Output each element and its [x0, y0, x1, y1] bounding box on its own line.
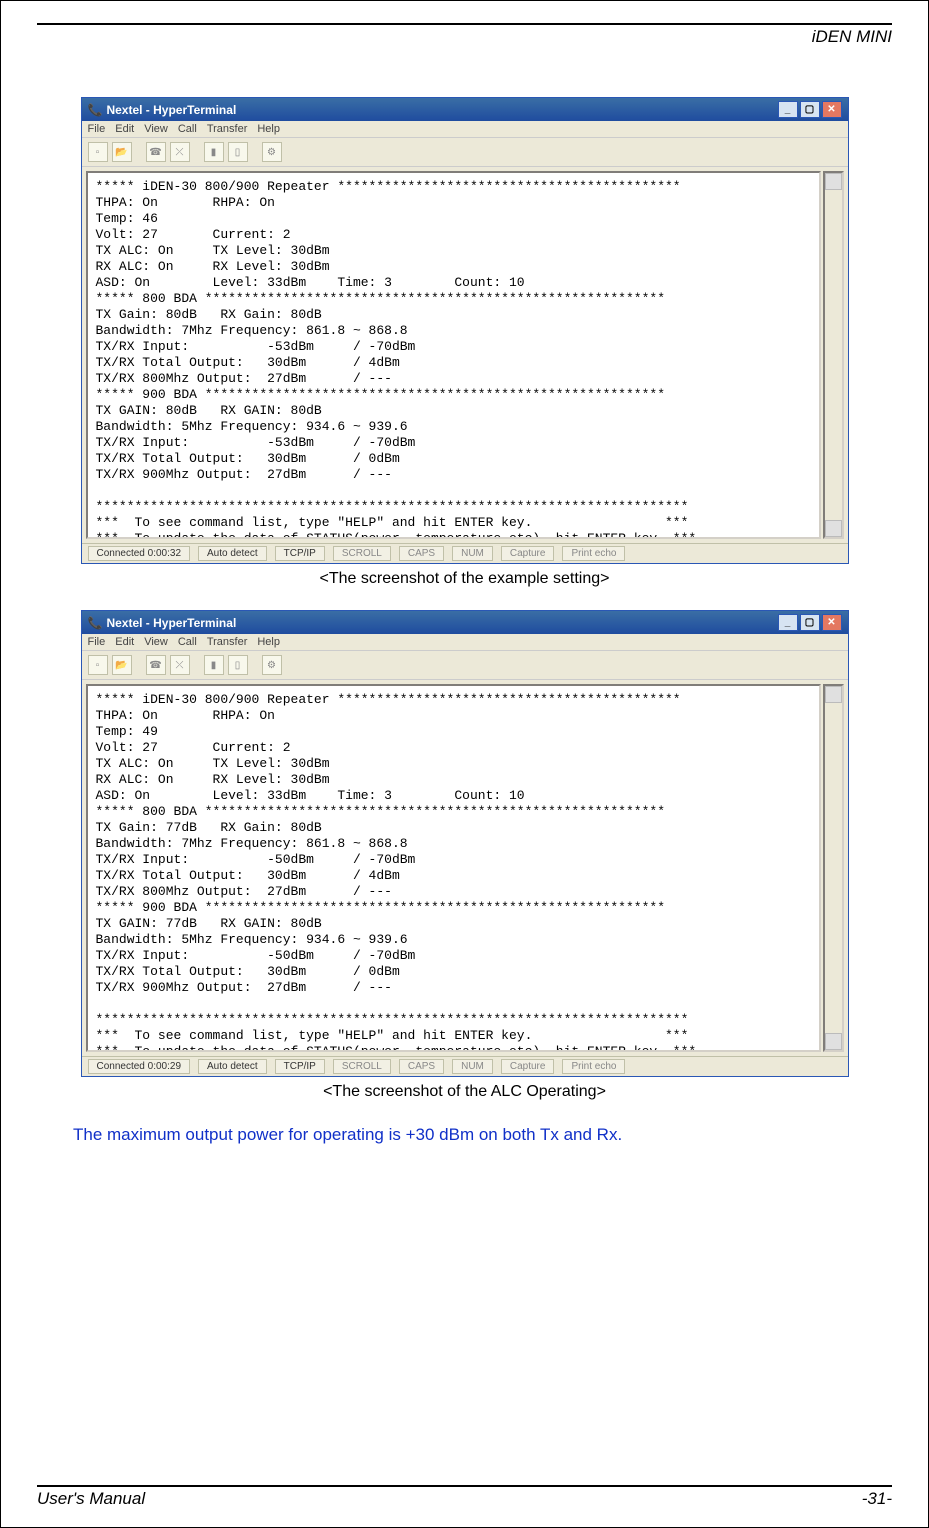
- header-model: iDEN MINI: [1, 27, 892, 47]
- status-bar: Connected 0:00:32 Auto detect TCP/IP SCR…: [82, 543, 848, 563]
- app-icon: 📞: [88, 616, 103, 630]
- footer-left: User's Manual: [37, 1489, 145, 1509]
- vertical-scrollbar[interactable]: [823, 171, 844, 539]
- menu-call[interactable]: Call: [178, 636, 197, 648]
- status-printecho: Print echo: [562, 546, 625, 561]
- scroll-track[interactable]: [825, 703, 842, 1033]
- footer-block: User's Manual -31-: [1, 1485, 928, 1527]
- window-title: Nextel - HyperTerminal: [106, 103, 236, 117]
- body: 📞 Nextel - HyperTerminal _ ▢ ✕ File Edit…: [1, 47, 928, 1485]
- menu-transfer[interactable]: Transfer: [207, 636, 248, 648]
- disconnect-icon[interactable]: ⤫: [170, 142, 190, 162]
- properties-icon[interactable]: ⚙: [262, 142, 282, 162]
- hyperterminal-window: 📞 Nextel - HyperTerminal _ ▢ ✕ File Edit…: [81, 97, 849, 564]
- status-conn-time: Connected 0:00:32: [88, 546, 191, 561]
- menu-help[interactable]: Help: [257, 636, 280, 648]
- terminal-output[interactable]: ***** iDEN-30 800/900 Repeater *********…: [86, 684, 821, 1052]
- header-rule: [37, 23, 892, 25]
- menu-view[interactable]: View: [144, 123, 168, 135]
- power-note: The maximum output power for operating i…: [73, 1125, 856, 1145]
- menu-bar: File Edit View Call Transfer Help: [82, 121, 848, 137]
- scroll-up-icon[interactable]: [825, 686, 842, 703]
- status-scroll: SCROLL: [333, 1059, 391, 1074]
- open-icon[interactable]: 📂: [112, 655, 132, 675]
- status-bar: Connected 0:00:29 Auto detect TCP/IP SCR…: [82, 1056, 848, 1076]
- hyperterminal-window: 📞 Nextel - HyperTerminal _ ▢ ✕ File Edit…: [81, 610, 849, 1077]
- window-title: Nextel - HyperTerminal: [106, 616, 236, 630]
- new-icon[interactable]: ▫: [88, 655, 108, 675]
- connect-icon[interactable]: ☎: [146, 142, 166, 162]
- app-icon: 📞: [88, 103, 103, 117]
- menu-file[interactable]: File: [88, 123, 106, 135]
- title-bar[interactable]: 📞 Nextel - HyperTerminal _ ▢ ✕: [82, 611, 848, 634]
- menu-view[interactable]: View: [144, 636, 168, 648]
- menu-help[interactable]: Help: [257, 123, 280, 135]
- scroll-up-icon[interactable]: [825, 173, 842, 190]
- maximize-button[interactable]: ▢: [800, 614, 820, 631]
- disconnect-icon[interactable]: ⤫: [170, 655, 190, 675]
- menu-file[interactable]: File: [88, 636, 106, 648]
- status-conn-time: Connected 0:00:29: [88, 1059, 191, 1074]
- close-button[interactable]: ✕: [822, 614, 842, 631]
- status-printecho: Print echo: [562, 1059, 625, 1074]
- terminal-output[interactable]: ***** iDEN-30 800/900 Repeater *********…: [86, 171, 821, 539]
- terminal-wrap: ***** iDEN-30 800/900 Repeater *********…: [82, 167, 848, 543]
- status-num: NUM: [452, 1059, 493, 1074]
- send-icon[interactable]: ▮: [204, 655, 224, 675]
- send-icon[interactable]: ▮: [204, 142, 224, 162]
- close-button[interactable]: ✕: [822, 101, 842, 118]
- connect-icon[interactable]: ☎: [146, 655, 166, 675]
- menu-call[interactable]: Call: [178, 123, 197, 135]
- caption-1: <The screenshot of the example setting>: [67, 570, 862, 588]
- scroll-track[interactable]: [825, 190, 842, 520]
- status-protocol: TCP/IP: [275, 1059, 325, 1074]
- vertical-scrollbar[interactable]: [823, 684, 844, 1052]
- status-capture: Capture: [501, 1059, 555, 1074]
- title-bar[interactable]: 📞 Nextel - HyperTerminal _ ▢ ✕: [82, 98, 848, 121]
- status-protocol: TCP/IP: [275, 546, 325, 561]
- window-buttons: _ ▢ ✕: [778, 614, 842, 631]
- status-caps: CAPS: [399, 546, 444, 561]
- minimize-button[interactable]: _: [778, 614, 798, 631]
- maximize-button[interactable]: ▢: [800, 101, 820, 118]
- footer-right: -31-: [862, 1489, 892, 1509]
- caption-2: <The screenshot of the ALC Operating>: [67, 1083, 862, 1101]
- minimize-button[interactable]: _: [778, 101, 798, 118]
- status-capture: Capture: [501, 546, 555, 561]
- footer: User's Manual -31-: [1, 1487, 928, 1527]
- menu-edit[interactable]: Edit: [115, 636, 134, 648]
- page: iDEN MINI 📞 Nextel - HyperTerminal _ ▢ ✕…: [0, 0, 929, 1528]
- window-buttons: _ ▢ ✕: [778, 101, 842, 118]
- open-icon[interactable]: 📂: [112, 142, 132, 162]
- scroll-down-icon[interactable]: [825, 1033, 842, 1050]
- tool-bar: ▫ 📂 ☎ ⤫ ▮ ▯ ⚙: [82, 137, 848, 167]
- properties-icon[interactable]: ⚙: [262, 655, 282, 675]
- status-num: NUM: [452, 546, 493, 561]
- new-icon[interactable]: ▫: [88, 142, 108, 162]
- scroll-down-icon[interactable]: [825, 520, 842, 537]
- menu-bar: File Edit View Call Transfer Help: [82, 634, 848, 650]
- screenshot-1: 📞 Nextel - HyperTerminal _ ▢ ✕ File Edit…: [67, 97, 862, 588]
- status-scroll: SCROLL: [333, 546, 391, 561]
- menu-edit[interactable]: Edit: [115, 123, 134, 135]
- tool-bar: ▫ 📂 ☎ ⤫ ▮ ▯ ⚙: [82, 650, 848, 680]
- receive-icon[interactable]: ▯: [228, 142, 248, 162]
- receive-icon[interactable]: ▯: [228, 655, 248, 675]
- status-autodetect: Auto detect: [198, 1059, 267, 1074]
- terminal-wrap: ***** iDEN-30 800/900 Repeater *********…: [82, 680, 848, 1056]
- screenshot-2: 📞 Nextel - HyperTerminal _ ▢ ✕ File Edit…: [67, 610, 862, 1101]
- status-caps: CAPS: [399, 1059, 444, 1074]
- menu-transfer[interactable]: Transfer: [207, 123, 248, 135]
- status-autodetect: Auto detect: [198, 546, 267, 561]
